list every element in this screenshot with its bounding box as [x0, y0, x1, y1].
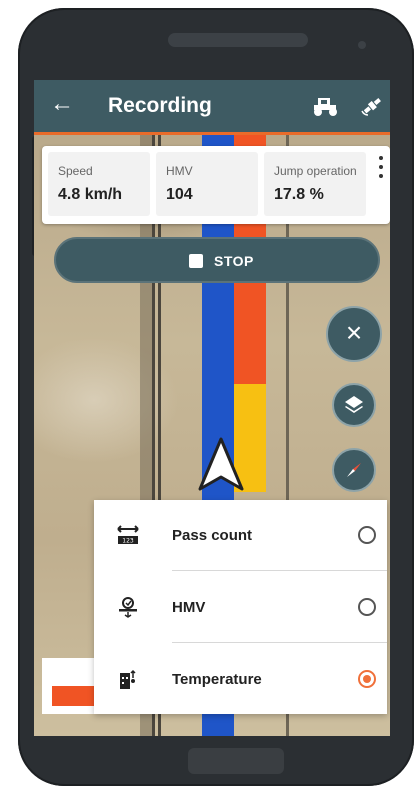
page-title: Recording	[108, 94, 212, 117]
stat-jump-operation: Jump operation 17.8 %	[264, 152, 366, 216]
position-arrow-icon	[198, 437, 244, 491]
stat-speed: Speed 4.8 km/h	[48, 152, 150, 216]
temperature-icon	[120, 669, 136, 689]
layers-button[interactable]	[332, 383, 376, 427]
more-options-icon[interactable]	[378, 156, 384, 182]
satellite-icon[interactable]	[360, 95, 384, 117]
compass-button[interactable]	[332, 448, 376, 492]
layer-option-temperature[interactable]: Temperature	[94, 644, 387, 714]
option-radio[interactable]	[358, 598, 376, 616]
svg-text:123: 123	[122, 538, 134, 545]
divider	[172, 642, 387, 643]
back-arrow-icon[interactable]: ←	[50, 92, 74, 116]
stat-label: Speed	[58, 164, 93, 178]
layers-icon	[345, 396, 363, 413]
pass-count-icon: 123	[117, 525, 139, 545]
stop-label: STOP	[214, 253, 254, 269]
stat-value: 4.8 km/h	[58, 186, 123, 203]
phone-sensor	[358, 41, 366, 49]
phone-speaker	[168, 33, 308, 47]
close-icon: ×	[345, 317, 363, 348]
close-map-button[interactable]: ×	[326, 306, 382, 362]
divider	[172, 570, 387, 571]
color-legend	[42, 658, 102, 714]
layer-option-pass-count[interactable]: 123 Pass count	[94, 500, 387, 570]
option-label: Pass count	[172, 527, 253, 544]
option-radio-selected[interactable]	[358, 670, 376, 688]
phone-home-button[interactable]	[188, 748, 284, 774]
layer-selection-panel: 123 Pass count HMV Temperature	[94, 500, 387, 714]
app-screen: ← Recording Speed 4.8 km/h HMV 104 Jump …	[34, 80, 390, 736]
stat-value: 104	[166, 186, 193, 203]
compass-icon	[347, 463, 361, 477]
stat-label: HMV	[166, 164, 193, 178]
stat-label: Jump operation	[274, 164, 357, 178]
stop-icon	[189, 254, 203, 268]
stat-value: 17.8 %	[274, 186, 324, 203]
layer-option-hmv[interactable]: HMV	[94, 572, 387, 642]
app-bar: ← Recording	[34, 80, 390, 135]
stop-button[interactable]: STOP	[54, 237, 380, 283]
option-label: Temperature	[172, 671, 262, 688]
option-radio[interactable]	[358, 526, 376, 544]
hmv-sensor-icon	[119, 597, 137, 618]
stats-card: Speed 4.8 km/h HMV 104 Jump operation 17…	[42, 146, 390, 224]
option-label: HMV	[172, 599, 206, 616]
roller-vehicle-icon[interactable]	[312, 95, 340, 117]
stat-hmv: HMV 104	[156, 152, 258, 216]
legend-swatch	[52, 686, 94, 706]
